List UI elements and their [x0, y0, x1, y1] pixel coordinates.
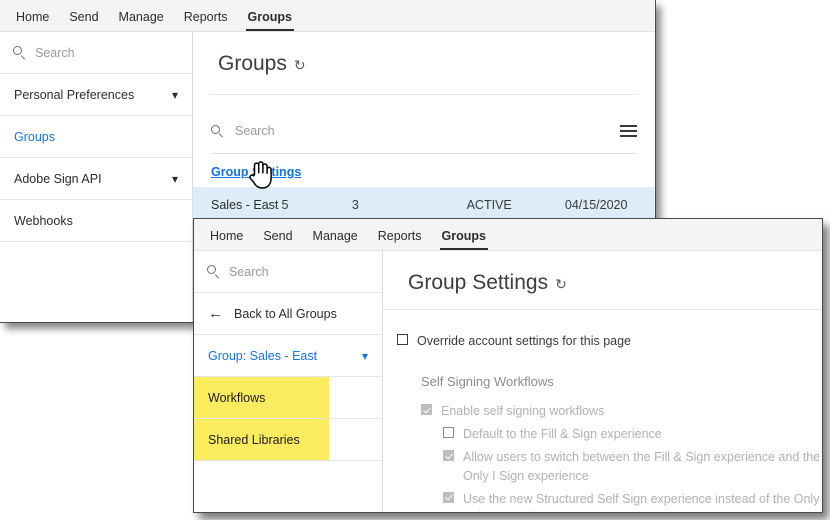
groups-search-bar[interactable]: Search [193, 109, 655, 153]
search-icon [211, 124, 224, 138]
nav-tab-reports[interactable]: Reports [174, 10, 238, 32]
sidebar-item-adobe-sign-api[interactable]: Adobe Sign API ▾ [0, 158, 192, 200]
section-title-self-signing-workflows: Self Signing Workflows [421, 374, 554, 390]
sidebar-item-webhooks[interactable]: Webhooks [0, 200, 192, 242]
front-window-top-nav[interactable]: Home Send Manage Reports Groups [194, 219, 822, 251]
group-settings-link-wrap: Group Settings [193, 154, 655, 187]
override-account-settings-row[interactable]: Override account settings for this page [397, 332, 822, 350]
arrow-left-icon: ← [208, 305, 223, 322]
search-icon [13, 46, 26, 59]
checkbox-checked-icon[interactable] [443, 450, 454, 462]
sidebar-empty-space [194, 461, 382, 505]
group-settings-link[interactable]: Group Settings [193, 154, 301, 187]
sidebar-item-workflows[interactable]: Workflows [194, 377, 382, 419]
front-window-sidebar: Search ← Back to All Groups Group: Sales… [194, 251, 383, 512]
table-cell-group-name: Sales - East [211, 198, 279, 212]
sidebar-item-label: Personal Preferences [14, 87, 135, 102]
checkbox-unchecked-icon[interactable] [397, 334, 408, 345]
sidebar-item-label: Adobe Sign API [14, 171, 102, 186]
search-icon [207, 265, 220, 278]
nav-tab-manage[interactable]: Manage [303, 229, 368, 251]
header-divider [209, 94, 639, 95]
page-title: Groups [218, 52, 287, 75]
setting-label: Default to the Fill & Sign experience [463, 427, 662, 442]
settings-panel: Override account settings for this page … [383, 310, 822, 512]
setting-label: Allow users to switch between the Fill &… [463, 450, 821, 483]
sidebar-back-to-all-groups[interactable]: ← Back to All Groups [194, 293, 382, 335]
setting-allow-switch-experience[interactable]: Allow users to switch between the Fill &… [443, 448, 822, 484]
override-account-settings-label: Override account settings for this page [417, 334, 632, 348]
sidebar-item-shared-libraries[interactable]: Shared Libraries [194, 419, 382, 461]
setting-label: Use the new Structured Self Sign experie… [463, 491, 820, 512]
sidebar-search-input[interactable]: Search [194, 251, 382, 293]
nav-tab-reports[interactable]: Reports [368, 229, 432, 251]
setting-label: Enable self signing workflows [441, 404, 605, 419]
nav-tab-groups[interactable]: Groups [238, 10, 302, 32]
groups-search-placeholder: Search [235, 124, 275, 138]
checkbox-checked-icon[interactable] [443, 491, 454, 503]
hamburger-menu-icon[interactable] [620, 125, 637, 137]
front-window-content: Group Settings ↻ Override account settin… [383, 251, 822, 512]
sidebar-search-placeholder: Search [229, 264, 269, 279]
sidebar-item-personal-preferences[interactable]: Personal Preferences ▾ [0, 74, 192, 116]
setting-enable-self-signing-workflows[interactable]: Enable self signing workflows [421, 402, 822, 420]
front-window-body: Search ← Back to All Groups Group: Sales… [194, 251, 822, 512]
group-settings-page-header: Group Settings ↻ [383, 251, 822, 295]
chevron-down-icon: ▾ [361, 348, 368, 363]
table-cell-created: 04/15/2020 [564, 198, 628, 212]
page-title: Group Settings [408, 271, 549, 294]
sidebar-item-groups[interactable]: Groups [0, 116, 192, 158]
sidebar-empty-space [0, 242, 192, 286]
table-cell-users: 5 [281, 198, 289, 212]
table-cell-status: ACTIVE [466, 198, 512, 212]
nav-tab-groups[interactable]: Groups [432, 229, 496, 251]
setting-default-fill-and-sign[interactable]: Default to the Fill & Sign experience [443, 425, 822, 443]
sidebar-item-label: Groups [14, 129, 55, 144]
chevron-down-icon: ▾ [171, 171, 178, 186]
chevron-down-icon: ▾ [171, 87, 178, 102]
checkbox-checked-icon[interactable] [421, 404, 432, 416]
sidebar-item-label: Group: Sales - East [208, 348, 318, 363]
checkbox-unchecked-icon[interactable] [443, 427, 454, 439]
sidebar-search-placeholder: Search [35, 45, 75, 60]
sidebar-item-label: Shared Libraries [208, 432, 300, 447]
nav-tab-manage[interactable]: Manage [109, 10, 174, 32]
group-settings-window[interactable]: Home Send Manage Reports Groups Search ←… [193, 218, 823, 513]
back-window-sidebar: Search Personal Preferences ▾ Groups Ado… [0, 32, 193, 322]
refresh-icon[interactable]: ↻ [555, 277, 567, 291]
nav-tab-send[interactable]: Send [59, 10, 108, 32]
nav-tab-send[interactable]: Send [253, 229, 302, 251]
back-window-top-nav[interactable]: Home Send Manage Reports Groups [0, 0, 655, 32]
sidebar-item-label: Workflows [208, 390, 266, 405]
table-cell-documents: 3 [351, 198, 359, 212]
nav-tab-home[interactable]: Home [6, 10, 59, 32]
sidebar-search-input[interactable]: Search [0, 32, 192, 74]
sidebar-group-selector[interactable]: Group: Sales - East ▾ [194, 335, 382, 377]
sidebar-item-label: Webhooks [14, 213, 73, 228]
groups-page-header: Groups ↻ [193, 32, 655, 76]
refresh-icon[interactable]: ↻ [294, 58, 306, 72]
nav-tab-home[interactable]: Home [200, 229, 253, 251]
sidebar-item-label: Back to All Groups [234, 306, 337, 321]
setting-structured-self-sign[interactable]: Use the new Structured Self Sign experie… [443, 490, 822, 512]
